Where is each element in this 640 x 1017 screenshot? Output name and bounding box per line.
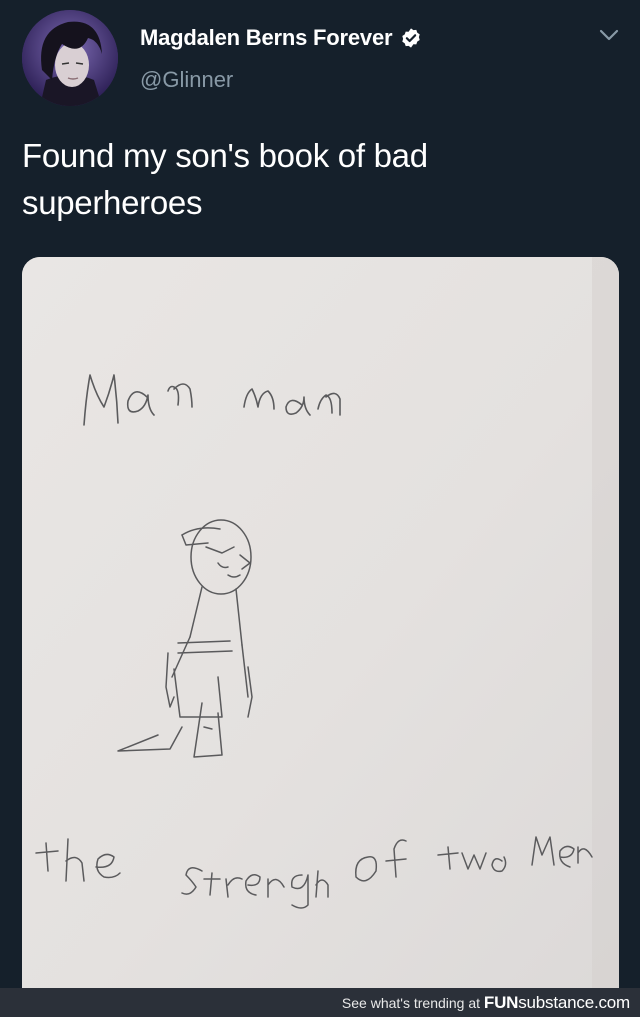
verified-badge-icon (400, 27, 422, 49)
footer-brand-tld: .com (593, 993, 630, 1012)
site-footer-bar[interactable]: See what's trending at FUNsubstance.com (0, 988, 640, 1017)
tweet-text: Found my son's book of bad superheroes (22, 132, 618, 226)
footer-watermark[interactable]: See what's trending at FUNsubstance.com (342, 994, 630, 1012)
chevron-down-icon[interactable] (598, 28, 620, 42)
avatar[interactable] (22, 10, 118, 106)
tweet-card: Magdalen Berns Forever @Glinner Found my… (0, 0, 640, 988)
tweet-text-line: superheroes (22, 184, 203, 221)
footer-brand-bold: FUN (483, 993, 519, 1012)
display-name[interactable]: Magdalen Berns Forever (140, 24, 393, 52)
footer-prefix-text: See what's trending at (341, 995, 484, 1011)
footer-brand[interactable]: FUNsubstance.com (484, 993, 630, 1012)
footer-brand-rest: substance (518, 993, 594, 1012)
author-name-row[interactable]: Magdalen Berns Forever (140, 24, 422, 52)
tweet-media-image[interactable] (22, 257, 619, 988)
tweet-text-line: Found my son's book of bad (22, 137, 428, 174)
user-handle[interactable]: @Glinner (140, 67, 233, 93)
